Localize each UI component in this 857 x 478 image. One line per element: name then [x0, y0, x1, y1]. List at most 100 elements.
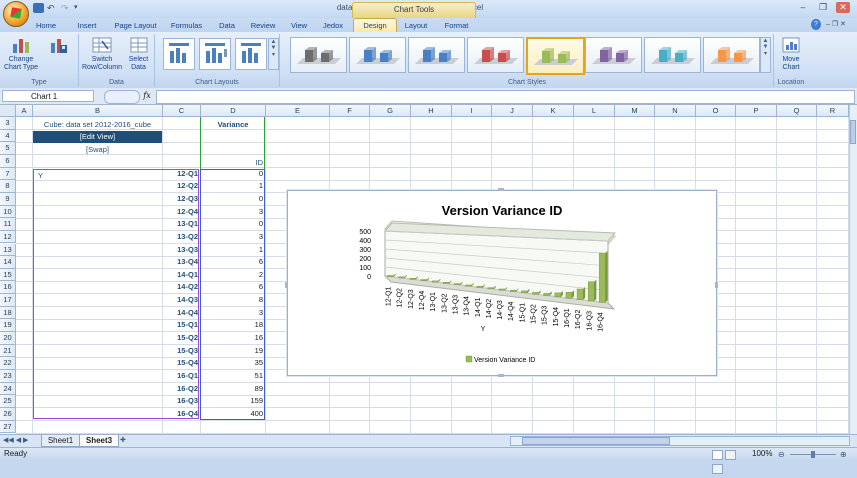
row-header-25[interactable]: 25 [0, 395, 16, 408]
name-box[interactable]: Chart 1 [2, 90, 94, 102]
tab-formulas[interactable]: Formulas [165, 19, 208, 32]
workbook-window-controls[interactable]: – ❐ ✕ [826, 20, 856, 30]
chart-layouts-scroll[interactable]: ▲ ▼ ▾ [268, 38, 279, 70]
column-header-a[interactable]: A [16, 105, 33, 117]
chart-bar[interactable] [543, 293, 550, 296]
tab-insert[interactable]: Insert [70, 19, 104, 32]
column-header-g[interactable]: G [370, 105, 411, 117]
chart-bar[interactable] [476, 286, 484, 288]
tab-home[interactable]: Home [26, 19, 66, 32]
sheet-tab-sheet1[interactable]: Sheet1 [41, 435, 80, 447]
edit-view-link[interactable]: [Edit View] [33, 131, 162, 143]
column-header-c[interactable]: C [163, 105, 201, 117]
chart-style-7[interactable] [644, 37, 701, 73]
row-header-27[interactable]: 27 [0, 420, 16, 434]
select-data-button[interactable]: Select Data [125, 36, 152, 72]
column-header-j[interactable]: J [492, 105, 533, 117]
chart-bar[interactable] [599, 252, 606, 303]
chart-style-8[interactable] [703, 37, 760, 73]
legend-label[interactable]: Version Variance ID [474, 357, 535, 364]
insert-function-icon[interactable]: fx [140, 90, 154, 102]
chart-bar[interactable] [387, 275, 394, 277]
column-header-o[interactable]: O [696, 105, 736, 117]
row-header-8[interactable]: 8 [0, 180, 16, 193]
chart-layout-1[interactable] [163, 38, 195, 70]
zoom-slider-thumb[interactable] [811, 451, 815, 458]
chart-bar[interactable] [431, 280, 439, 283]
row-header-18[interactable]: 18 [0, 306, 16, 320]
tab-page-layout[interactable]: Page Layout [108, 19, 163, 32]
tab-design[interactable]: Design [353, 18, 397, 33]
row-header-7[interactable]: 7 [0, 167, 16, 181]
row-header-10[interactable]: 10 [0, 205, 16, 219]
zoom-out-icon[interactable]: ⊖ [778, 449, 785, 461]
minimize-button[interactable]: – [796, 2, 810, 13]
chart-bar[interactable] [454, 283, 461, 285]
save-as-template-button[interactable] [40, 36, 76, 56]
chart-bar[interactable] [509, 290, 517, 292]
chart-style-1[interactable] [290, 37, 347, 73]
vertical-scroll-thumb[interactable] [850, 120, 856, 144]
chart-bar[interactable] [521, 290, 528, 294]
tab-review[interactable]: Review [246, 19, 280, 32]
row-header-26[interactable]: 26 [0, 407, 16, 421]
chart-resize-handle-right[interactable] [715, 282, 718, 288]
horizontal-scroll-thumb[interactable] [522, 437, 670, 445]
row-header-15[interactable]: 15 [0, 268, 16, 282]
chart-bar[interactable] [554, 292, 562, 298]
tab-format[interactable]: Format [438, 19, 475, 32]
help-icon[interactable]: ? [811, 19, 821, 30]
save-icon[interactable] [33, 3, 44, 13]
zoom-in-icon[interactable]: ⊕ [840, 449, 847, 461]
row-header-12[interactable]: 12 [0, 230, 16, 244]
office-button[interactable] [3, 1, 29, 27]
row-header-14[interactable]: 14 [0, 256, 16, 269]
row-header-22[interactable]: 22 [0, 357, 16, 370]
tab-view[interactable]: View [284, 19, 314, 32]
column-header-d[interactable]: D [201, 105, 266, 117]
row-header-20[interactable]: 20 [0, 332, 16, 345]
insert-sheet-icon[interactable]: ✚ [120, 436, 134, 446]
chart-style-2[interactable] [349, 37, 406, 73]
chart-object[interactable]: Version Variance ID 500 400 300 200 100 0 12-Q1… [287, 190, 717, 376]
swap-link[interactable]: [Swap] [33, 144, 162, 156]
column-header-k[interactable]: K [533, 105, 574, 117]
column-header-m[interactable]: M [615, 105, 655, 117]
row-header-17[interactable]: 17 [0, 294, 16, 307]
close-button[interactable]: ✕ [836, 2, 850, 13]
view-buttons[interactable] [712, 450, 748, 474]
redo-icon[interactable]: ↷ [61, 3, 72, 13]
row-header-21[interactable]: 21 [0, 344, 16, 358]
select-all-corner[interactable] [0, 105, 16, 117]
chart-bar[interactable] [498, 288, 506, 291]
chart-title[interactable]: Version Variance ID [442, 203, 563, 218]
row-header-16[interactable]: 16 [0, 281, 16, 295]
sheet-nav-arrows[interactable]: ◀◀ ◀ ▶ ▶▶ [3, 436, 39, 454]
column-header-l[interactable]: L [574, 105, 615, 117]
chart-style-3[interactable] [408, 37, 465, 73]
chart-bar[interactable] [487, 287, 495, 290]
chart-resize-handle-bottom[interactable] [498, 374, 504, 377]
vertical-scrollbar[interactable] [849, 105, 857, 434]
row-header-5[interactable]: 5 [0, 142, 16, 155]
formula-input[interactable] [156, 90, 855, 104]
change-chart-type-button[interactable]: Change Chart Type [3, 36, 39, 72]
chart-resize-handle-left[interactable] [285, 282, 288, 288]
column-header-h[interactable]: H [411, 105, 452, 117]
chart-bar[interactable] [588, 281, 595, 302]
chart-bar[interactable] [565, 292, 573, 299]
formula-bar-expander[interactable] [104, 90, 140, 104]
chart-bar[interactable] [465, 284, 472, 287]
column-header-f[interactable]: F [330, 105, 370, 117]
row-header-3[interactable]: 3 [0, 117, 16, 130]
undo-icon[interactable]: ↶ [47, 3, 58, 13]
column-header-r[interactable]: R [817, 105, 849, 117]
chart-bar[interactable] [532, 292, 539, 295]
column-header-n[interactable]: N [655, 105, 696, 117]
row-header-4[interactable]: 4 [0, 129, 16, 143]
chart-resize-handle-top[interactable] [498, 188, 504, 191]
chart-bar[interactable] [420, 279, 428, 281]
chart-bar[interactable] [409, 277, 417, 280]
switch-row-column-button[interactable]: Switch Row/Column [81, 36, 123, 72]
sheet-tab-sheet3[interactable]: Sheet3 [79, 435, 119, 447]
